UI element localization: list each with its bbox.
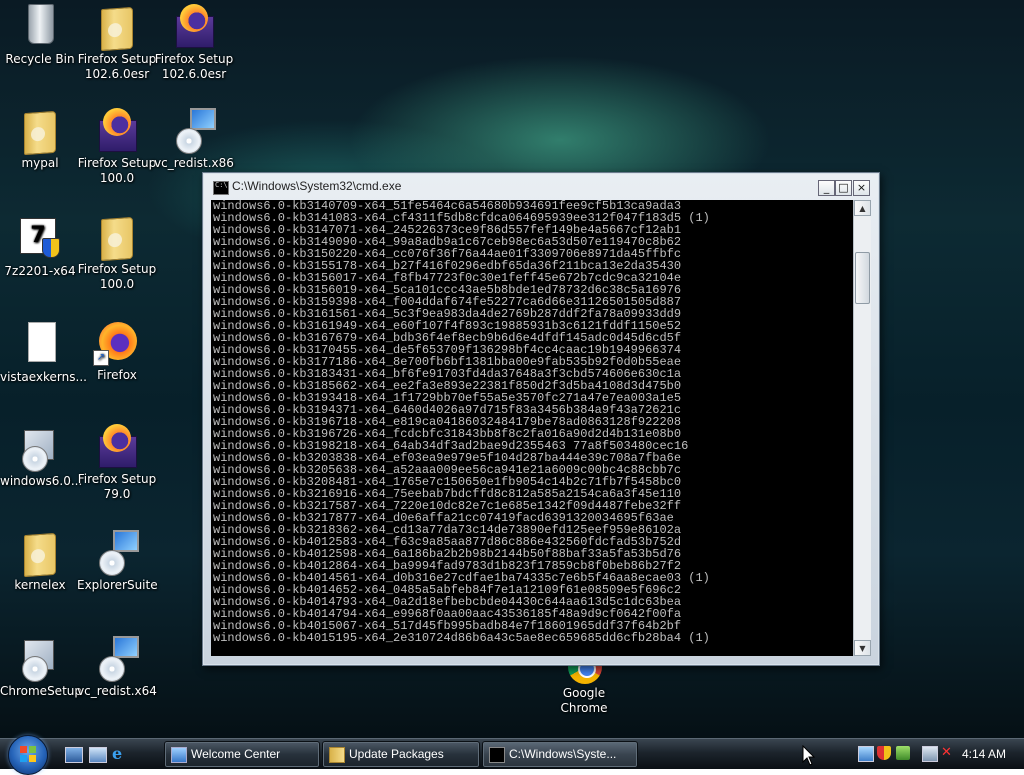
desktop-icon-label: Firefox Setup 100.0 bbox=[77, 156, 157, 185]
scrollbar-thumb[interactable] bbox=[855, 252, 870, 304]
security-shield-icon[interactable] bbox=[877, 746, 891, 760]
window-titlebar[interactable]: C:\Windows\System32\cmd.exe _ □ × bbox=[203, 173, 879, 199]
internet-explorer-icon[interactable]: e bbox=[112, 746, 128, 762]
desktop-icon-label: Recycle Bin bbox=[5, 52, 75, 66]
maximize-button[interactable]: □ bbox=[835, 180, 852, 196]
taskbar-button-welcome-center[interactable]: Welcome Center bbox=[164, 741, 320, 768]
cmd-icon bbox=[489, 747, 505, 763]
taskbar-button-cmd[interactable]: C:\Windows\Syste... bbox=[482, 741, 638, 768]
desktop-icon-label: Firefox Setup 102.6.0esr bbox=[77, 52, 157, 81]
switch-windows-icon[interactable] bbox=[89, 747, 107, 763]
console-line: windows6.0-kb4015195-x64_2e310724d86b6a4… bbox=[213, 631, 710, 645]
firefox-installer-icon bbox=[93, 106, 141, 154]
desktop-icon-label: kernelex bbox=[14, 578, 66, 592]
desktop-icon-vc-redist-x86[interactable]: vc_redist.x86 bbox=[154, 106, 234, 171]
start-button[interactable] bbox=[8, 735, 48, 775]
desktop: Recycle Bin mypal 7 7z2201-x64 vistaexke… bbox=[0, 0, 1024, 738]
desktop-icon-chromesetup[interactable]: ChromeSetup bbox=[0, 634, 82, 699]
scroll-down-arrow-icon[interactable]: ▼ bbox=[854, 640, 871, 656]
desktop-icon-label: vistaexkerns... bbox=[0, 370, 87, 384]
shortcut-arrow-icon: ↗ bbox=[93, 350, 109, 366]
desktop-icon-windows6[interactable]: windows6.0... bbox=[0, 424, 83, 489]
volume-muted-icon[interactable]: ✕ bbox=[941, 746, 955, 760]
task-label: Welcome Center bbox=[191, 747, 281, 761]
cmd-window[interactable]: C:\Windows\System32\cmd.exe _ □ × window… bbox=[202, 172, 880, 666]
desktop-icon-label: ExplorerSuite bbox=[77, 578, 158, 592]
desktop-icon-recycle-bin[interactable]: Recycle Bin bbox=[0, 2, 80, 67]
desktop-icon-7zip[interactable]: 7 7z2201-x64 bbox=[0, 214, 80, 279]
scroll-up-arrow-icon[interactable]: ▲ bbox=[854, 200, 871, 216]
recycle-bin-icon bbox=[16, 2, 64, 50]
uac-shield-icon bbox=[42, 238, 60, 258]
taskbar-button-update-packages[interactable]: Update Packages bbox=[322, 741, 480, 768]
clock[interactable]: 4:14 AM bbox=[962, 739, 1006, 769]
document-icon bbox=[16, 320, 64, 368]
show-desktop-icon[interactable] bbox=[65, 747, 83, 763]
7zip-installer-icon: 7 bbox=[16, 214, 64, 262]
folder-icon bbox=[329, 747, 345, 763]
vertical-scrollbar[interactable]: ▲ ▼ bbox=[853, 200, 871, 656]
welcome-center-icon bbox=[171, 747, 187, 763]
installer-icon bbox=[170, 106, 218, 154]
task-label: C:\Windows\Syste... bbox=[509, 747, 617, 761]
mouse-pointer-icon bbox=[802, 745, 816, 766]
desktop-icon-vc-redist-x64[interactable]: vc_redist.x64 bbox=[77, 634, 157, 699]
connection-icon[interactable] bbox=[922, 746, 938, 762]
network-icon[interactable] bbox=[858, 746, 874, 762]
update-icon[interactable] bbox=[896, 746, 910, 760]
desktop-icon-label: Firefox bbox=[97, 368, 137, 382]
folder-icon bbox=[93, 212, 141, 262]
window-title: C:\Windows\System32\cmd.exe bbox=[232, 179, 402, 193]
firefox-installer-icon bbox=[93, 422, 141, 470]
desktop-icon-firefox-setup-102-folder[interactable]: Firefox Setup 102.6.0esr bbox=[77, 2, 157, 82]
folder-icon bbox=[93, 2, 141, 52]
desktop-icon-firefox-setup-102-installer[interactable]: Firefox Setup 102.6.0esr bbox=[154, 2, 234, 82]
desktop-icon-label: Firefox Setup 102.6.0esr bbox=[154, 52, 234, 81]
desktop-icon-label: Firefox Setup 79.0 bbox=[77, 472, 157, 501]
desktop-icon-firefox-setup-100-installer[interactable]: Firefox Setup 100.0 bbox=[77, 106, 157, 186]
desktop-icon-label: vc_redist.x64 bbox=[77, 684, 157, 698]
desktop-icon-label: mypal bbox=[21, 156, 59, 170]
installer-icon bbox=[93, 528, 141, 576]
desktop-icon-firefox-setup-79[interactable]: Firefox Setup 79.0 bbox=[77, 422, 157, 502]
taskbar: e Welcome Center Update Packages C:\Wind… bbox=[0, 735, 1024, 775]
minimize-button[interactable]: _ bbox=[818, 180, 835, 196]
desktop-icon-firefox[interactable]: ↗ Firefox bbox=[77, 318, 157, 383]
firefox-icon: ↗ bbox=[93, 318, 141, 366]
installer-icon bbox=[93, 634, 141, 682]
task-label: Update Packages bbox=[349, 747, 444, 761]
installer-icon bbox=[16, 634, 64, 682]
desktop-icon-kernelex[interactable]: kernelex bbox=[0, 528, 80, 593]
update-package-icon bbox=[16, 424, 64, 472]
desktop-icon-label: vc_redist.x86 bbox=[154, 156, 234, 170]
desktop-icon-label: ChromeSetup bbox=[0, 684, 82, 698]
desktop-icon-label: windows6.0... bbox=[0, 474, 83, 488]
close-button[interactable]: × bbox=[853, 180, 870, 196]
folder-icon bbox=[16, 106, 64, 156]
desktop-icon-explorersuite[interactable]: ExplorerSuite bbox=[77, 528, 158, 593]
desktop-icon-label: 7z2201-x64 bbox=[4, 264, 76, 278]
desktop-icon-label: Firefox Setup 100.0 bbox=[77, 262, 157, 291]
console-output[interactable]: windows6.0-kb3140709-x64_51fe5464c6a5468… bbox=[211, 200, 853, 656]
desktop-icon-mypal[interactable]: mypal bbox=[0, 106, 80, 171]
desktop-icon-firefox-setup-100-folder[interactable]: Firefox Setup 100.0 bbox=[77, 212, 157, 292]
console-lines: windows6.0-kb3140709-x64_51fe5464c6a5468… bbox=[211, 200, 853, 644]
desktop-icon-label: Google Chrome bbox=[560, 686, 608, 715]
desktop-icon-vistaexkerns[interactable]: vistaexkerns... bbox=[0, 320, 87, 385]
folder-icon bbox=[16, 528, 64, 578]
cmd-icon bbox=[213, 181, 229, 195]
firefox-installer-icon bbox=[170, 2, 218, 50]
